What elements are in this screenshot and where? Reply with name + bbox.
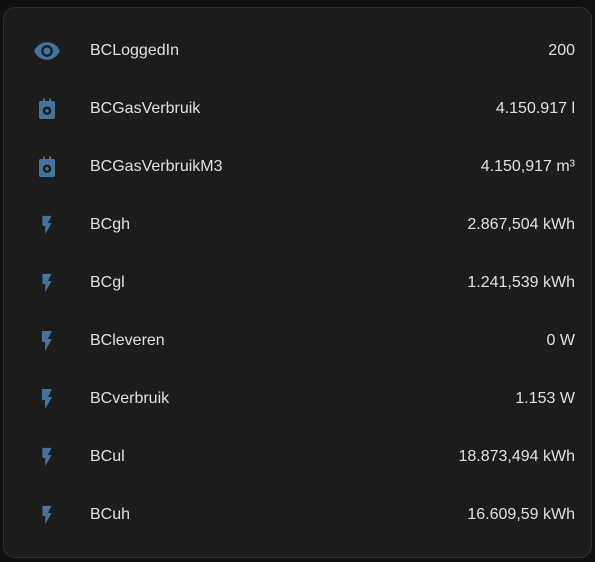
gas-meter-icon — [30, 150, 64, 184]
gas-meter-icon — [30, 92, 64, 126]
entity-name: BCgh — [90, 216, 131, 233]
entity-state: 16.609,59 kWh — [467, 506, 575, 523]
entity-row-bcgasverbruikm3[interactable]: BCGasVerbruikM3 4.150,917 m³ — [4, 138, 591, 196]
entity-row-bcverbruik[interactable]: BCverbruik 1.153 W — [4, 370, 591, 428]
entity-state: 4.150.917 l — [495, 100, 575, 117]
entity-name: BCverbruik — [90, 390, 170, 407]
entity-row-bcgh[interactable]: BCgh 2.867,504 kWh — [4, 196, 591, 254]
flash-icon — [30, 324, 64, 358]
entity-row-bcleveren[interactable]: BCleveren 0 W — [4, 312, 591, 370]
entity-name: BCul — [90, 448, 125, 465]
entity-name: BCGasVerbruikM3 — [90, 158, 223, 175]
entity-row-bcgl[interactable]: BCgl 1.241,539 kWh — [4, 254, 591, 312]
entity-name: BCGasVerbruik — [90, 100, 201, 117]
flash-outline-icon — [30, 440, 64, 474]
flash-outline-icon — [30, 208, 64, 242]
entity-state: 2.867,504 kWh — [467, 216, 575, 233]
entities-card: BCLoggedIn 200 BCGasVerbruik 4.150.917 l… — [3, 7, 592, 558]
entity-name: BCuh — [90, 506, 131, 523]
eye-icon — [30, 34, 64, 68]
flash-outline-icon — [30, 266, 64, 300]
entity-state: 200 — [548, 42, 575, 59]
flash-icon — [30, 382, 64, 416]
entity-name: BCgl — [90, 274, 125, 291]
entity-name: BCleveren — [90, 332, 165, 349]
entity-row-bcloggedin[interactable]: BCLoggedIn 200 — [4, 22, 591, 80]
entity-state: 0 W — [546, 332, 575, 349]
entity-state: 4.150,917 m³ — [480, 158, 575, 175]
flash-outline-icon — [30, 498, 64, 532]
entity-state: 1.153 W — [515, 390, 575, 407]
entity-name: BCLoggedIn — [90, 42, 179, 59]
entity-state: 18.873,494 kWh — [458, 448, 575, 465]
entity-row-bcuh[interactable]: BCuh 16.609,59 kWh — [4, 486, 591, 544]
entity-state: 1.241,539 kWh — [467, 274, 575, 291]
entity-row-bcgasverbruik[interactable]: BCGasVerbruik 4.150.917 l — [4, 80, 591, 138]
entity-row-bcul[interactable]: BCul 18.873,494 kWh — [4, 428, 591, 486]
